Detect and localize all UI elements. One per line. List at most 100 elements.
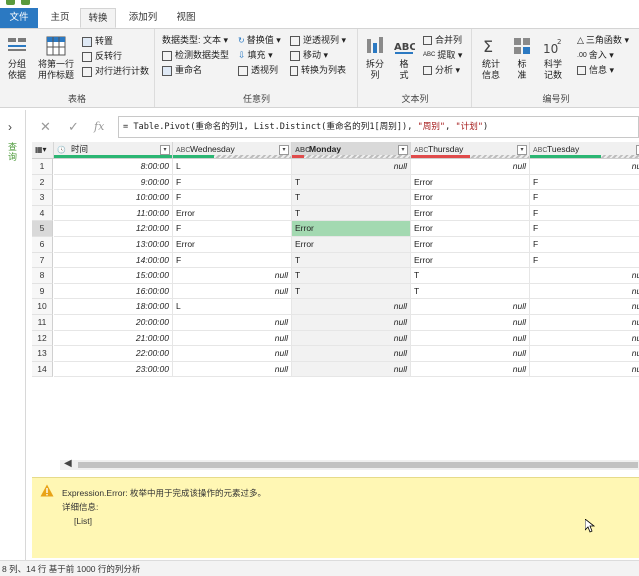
table-cell[interactable]: T [292,205,411,222]
formula-input[interactable]: = Table.Pivot(重命名的列1, List.Distinct(重命名的… [118,116,639,138]
table-cell[interactable]: null [173,268,292,284]
row-number[interactable]: 13 [32,346,53,362]
parse-button[interactable]: 分析 ▾ [423,65,460,76]
reverse-rows-button[interactable]: 反转行 [82,51,122,62]
table-cell[interactable]: 22:00:00 [54,346,173,362]
table-cell[interactable]: 21:00:00 [54,330,173,347]
table-cell[interactable]: null [292,330,411,347]
save-icon[interactable] [6,0,15,5]
extract-button[interactable]: ABC 提取 ▾ [423,50,462,61]
column-header-4[interactable]: ABCTuesday▾ [530,142,639,159]
column-header-3[interactable]: ABCThursday ▾ [411,142,530,159]
table-cell[interactable]: 23:00:00 [54,361,173,378]
table-cell[interactable]: null [530,362,639,378]
table-cell[interactable]: null [530,284,639,300]
row-number[interactable]: 14 [32,361,53,378]
table-cell[interactable]: null [530,331,639,347]
confirm-icon[interactable]: ✓ [68,119,79,135]
table-cell[interactable]: null [292,346,411,362]
table-cell[interactable]: 18:00:00 [54,299,173,315]
table-cell[interactable]: F [530,175,639,191]
table-cell[interactable]: null [173,283,292,300]
row-number[interactable]: 10 [32,299,53,315]
count-rows-button[interactable]: 对行进行计数 [82,66,149,77]
use-first-row-button[interactable]: 将第一行 用作标题 [34,35,78,81]
data-type-dropdown[interactable]: 数据类型: 文本 ▾ [162,35,228,46]
row-number[interactable]: 12 [32,330,53,347]
merge-columns-button[interactable]: 合并列 [423,35,462,46]
pivot-column-button[interactable]: 透视列 [238,65,278,76]
filter-dropdown-icon[interactable]: ▾ [517,145,527,155]
table-cell[interactable]: Error [411,221,530,237]
table-cell[interactable]: Error [411,237,530,253]
table-cell[interactable]: null [292,361,411,378]
table-cell[interactable]: null [173,315,292,331]
row-number[interactable]: 4 [32,205,53,222]
table-corner-menu[interactable]: ▦▾ [32,142,54,159]
table-cell[interactable]: T [411,268,530,284]
table-cell[interactable]: null [411,299,530,315]
table-cell[interactable]: F [530,190,639,206]
table-cell[interactable]: null [292,299,411,315]
row-number[interactable]: 11 [32,315,53,331]
table-cell[interactable]: Error [411,252,530,269]
filter-dropdown-icon[interactable]: ▾ [160,145,170,155]
tab-file[interactable]: 文件 [0,8,38,28]
table-cell[interactable]: null [411,330,530,347]
table-cell[interactable]: null [411,159,530,175]
group-by-button[interactable]: 分组 依据 [4,35,30,81]
table-cell[interactable]: null [173,330,292,347]
table-cell[interactable]: 14:00:00 [54,252,173,269]
column-header-1[interactable]: ABCWednesday ▾ [173,142,292,159]
undo-icon[interactable] [21,0,30,5]
table-cell[interactable]: 13:00:00 [54,237,173,253]
row-number[interactable]: 7 [32,252,53,269]
table-cell[interactable]: null [173,346,292,362]
column-header-0[interactable]: 🕓 时间 ▾ [54,142,173,159]
table-cell[interactable]: null [173,361,292,378]
table-cell[interactable]: 15:00:00 [54,268,173,284]
table-cell[interactable]: 12:00:00 [54,221,173,237]
table-cell[interactable]: Error [292,221,411,237]
table-cell[interactable]: null [530,159,639,175]
table-cell[interactable]: Error [411,174,530,191]
filter-dropdown-icon[interactable]: ▾ [398,145,408,155]
split-column-button[interactable]: 拆分 列 [363,35,387,81]
table-cell[interactable]: F [173,252,292,269]
table-cell[interactable]: T [292,174,411,191]
table-cell[interactable]: Error [173,205,292,222]
replace-values-button[interactable]: ↻ 替换值 ▾ [238,35,281,46]
table-cell[interactable]: Error [173,237,292,253]
table-cell[interactable]: null [411,361,530,378]
move-button[interactable]: 移动 ▾ [290,50,328,61]
format-button[interactable]: ABC 格 式 [391,35,417,81]
detect-type-button[interactable]: 检测数据类型 [162,50,229,61]
table-cell[interactable]: 20:00:00 [54,315,173,331]
table-cell[interactable]: Error [292,237,411,253]
filter-dropdown-icon[interactable]: ▾ [279,145,289,155]
expand-chevron-icon[interactable]: › [8,120,12,134]
tab-home[interactable]: 主页 [44,8,76,28]
table-cell[interactable]: 10:00:00 [54,190,173,206]
row-number[interactable]: 8 [32,268,53,284]
table-cell[interactable]: T [292,283,411,300]
table-cell[interactable]: null [411,315,530,331]
table-cell[interactable]: F [530,206,639,222]
tab-transform[interactable]: 转换 [80,8,116,28]
table-cell[interactable]: L [173,299,292,315]
row-number[interactable]: 6 [32,237,53,253]
table-cell[interactable]: null [292,159,411,175]
table-cell[interactable]: T [292,252,411,269]
table-cell[interactable]: Error [411,190,530,206]
scroll-thumb[interactable] [78,462,638,468]
row-number[interactable]: 9 [32,283,53,300]
rounding-button[interactable]: .00 舍入 ▾ [577,50,614,61]
table-cell[interactable]: F [530,237,639,253]
table-cell[interactable]: null [292,315,411,331]
table-cell[interactable]: 16:00:00 [54,283,173,300]
table-cell[interactable]: L [173,159,292,175]
table-cell[interactable]: null [411,346,530,362]
information-button[interactable]: 信息 ▾ [577,65,614,76]
table-cell[interactable]: F [530,253,639,269]
table-cell[interactable]: F [173,174,292,191]
